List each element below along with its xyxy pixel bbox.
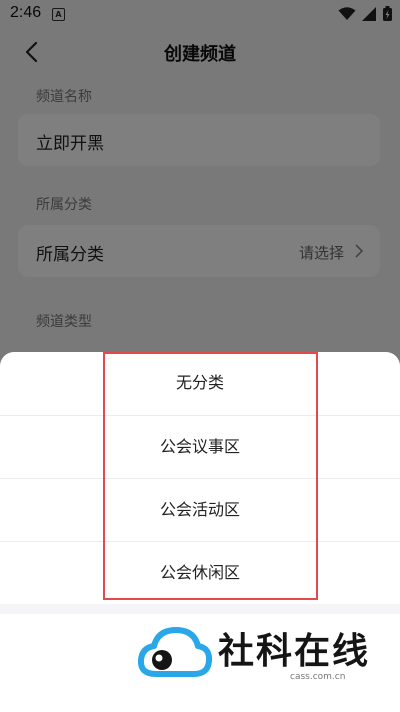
watermark-domain: cass.com.cn [290,672,346,682]
sheet-gap [0,604,400,614]
watermark-brand: 社科在线 [218,631,371,672]
highlight-annotation-box [103,352,318,600]
cloud-logo-icon [138,627,212,677]
watermark: 社科在线 cass.com.cn [138,618,378,692]
